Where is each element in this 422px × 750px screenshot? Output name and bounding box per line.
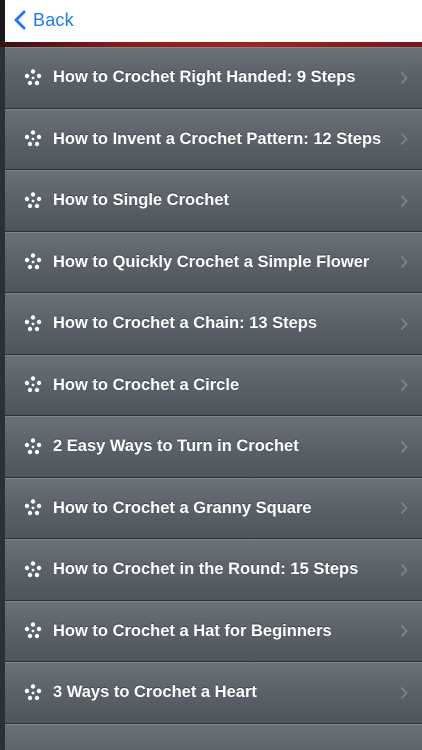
- list-item-label: How to Crochet Right Handed: 9 Steps: [53, 68, 356, 87]
- list-item[interactable]: How to Crochet a Circle: [5, 354, 422, 416]
- dotted-sparkle-icon: [24, 499, 42, 516]
- chevron-right-icon: [400, 379, 408, 392]
- list-item-label: How to Quickly Crochet a Simple Flower: [53, 252, 370, 271]
- list-item-label: How to Crochet in the Round: 15 Steps: [53, 560, 359, 579]
- list-item-label: 2 Easy Ways to Turn in Crochet: [53, 437, 299, 456]
- list-item[interactable]: How to Crochet in the Round: 15 Steps: [5, 539, 422, 601]
- dotted-sparkle-icon: [24, 622, 42, 639]
- list-item-label: How to Single Crochet: [53, 191, 230, 210]
- dotted-sparkle-icon: [24, 130, 42, 147]
- back-button[interactable]: Back: [13, 7, 74, 33]
- chevron-left-icon: [14, 10, 26, 30]
- list-item[interactable]: How to Quickly Crochet a Simple Flower: [5, 231, 422, 293]
- list-item[interactable]: How to Invent a Crochet Pattern: 12 Step…: [5, 108, 422, 170]
- list-item-label: How to Invent a Crochet Pattern: 12 Step…: [53, 129, 382, 148]
- dotted-sparkle-icon: [24, 684, 42, 700]
- list-item[interactable]: How to Crochet a Chain: 13 Steps: [5, 293, 422, 355]
- list-item[interactable]: How to Single Crochet: [5, 170, 422, 232]
- dotted-sparkle-icon: [24, 561, 42, 577]
- list-item[interactable]: 2 Easy Ways to Turn in Crochet: [5, 416, 422, 478]
- dotted-sparkle-icon: [24, 69, 42, 85]
- chevron-right-icon: [400, 71, 408, 84]
- back-label: Back: [33, 9, 74, 30]
- list-item-label: How to Crochet a Circle: [53, 375, 240, 394]
- chevron-right-icon: [400, 317, 408, 330]
- dotted-sparkle-icon: [24, 376, 42, 393]
- chevron-right-icon: [400, 563, 408, 576]
- chevron-right-icon: [400, 502, 408, 515]
- list-item-label: 3 Ways to Crochet a Heart: [53, 683, 257, 702]
- list-item[interactable]: How to Crochet a Granny Square: [5, 477, 422, 539]
- chevron-right-icon: [400, 256, 408, 269]
- navigation-bar: Back: [0, 0, 422, 42]
- list-item-label: How to Crochet a Granny Square: [53, 498, 312, 517]
- dotted-sparkle-icon: [24, 192, 42, 208]
- chevron-right-icon: [400, 440, 408, 453]
- dotted-sparkle-icon: [24, 315, 42, 331]
- list-item[interactable]: How to Crochet a Hat for Beginners: [5, 600, 422, 662]
- list-item[interactable]: 3 Ways to Crochet a Heart: [5, 662, 422, 724]
- dotted-sparkle-icon: [24, 438, 42, 454]
- chevron-right-icon: [400, 625, 408, 638]
- list-item-label: How to Crochet a Chain: 13 Steps: [53, 314, 318, 333]
- list-item[interactable]: How to Crochet Right Handed: 9 Steps: [5, 47, 422, 109]
- list-item-label: How to Crochet a Hat for Beginners: [53, 621, 332, 640]
- article-list[interactable]: How to Crochet Right Handed: 9 Steps How…: [0, 47, 422, 750]
- chevron-right-icon: [400, 194, 408, 207]
- chevron-right-icon: [400, 686, 408, 699]
- list-item-partial[interactable]: [5, 723, 422, 750]
- chevron-right-icon: [400, 133, 408, 146]
- dotted-sparkle-icon: [24, 253, 42, 270]
